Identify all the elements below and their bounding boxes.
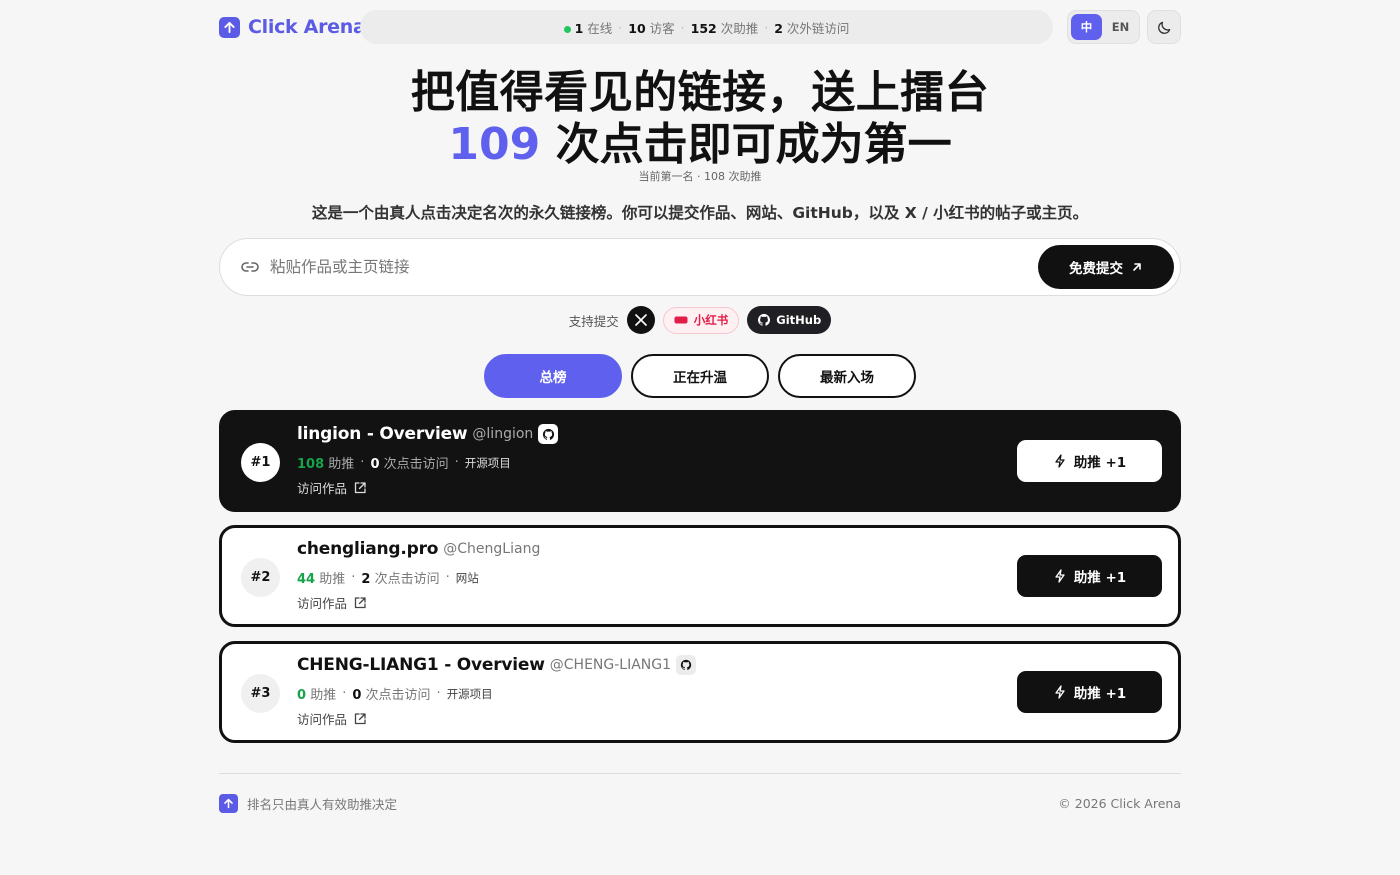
- github-icon: [758, 313, 771, 326]
- entry-handle: @CHENG-LIANG1: [549, 657, 672, 673]
- entry-stats: 108 助推 · 0 次点击访问 · 开源项目: [297, 453, 511, 472]
- hero: 把值得看见的链接，送上擂台 109 次点击即可成为第一 当前第一名 · 108 …: [219, 66, 1181, 184]
- hero-headline: 把值得看见的链接，送上擂台: [410, 67, 990, 118]
- github-icon: [676, 655, 697, 675]
- target-click-count: 109: [448, 119, 541, 170]
- online-dot-icon: [563, 25, 571, 33]
- stat-separator: ·: [342, 686, 347, 701]
- entry-name[interactable]: lingion - Overview: [297, 424, 468, 444]
- brand-logo[interactable]: Click Arena: [219, 16, 366, 38]
- entry-stats: 0 助推 · 0 次点击访问 · 开源项目: [297, 684, 493, 703]
- footer-text: 排名只由真人有效助推决定: [247, 797, 398, 812]
- stat-separator: ·: [618, 19, 623, 35]
- hero-description: 这是一个由真人点击决定名次的永久链接榜。你可以提交作品、网站、GitHub，以及…: [311, 204, 1089, 222]
- top-header: Click Arena 1 在线 · 10 访客 · 152 次助推 · 2 次…: [219, 10, 1181, 44]
- live-stats-bar: 1 在线 · 10 访客 · 152 次助推 · 2 次外链访问: [360, 10, 1053, 44]
- submit-button[interactable]: 免费提交: [1038, 245, 1174, 289]
- stat-separator: ·: [454, 455, 459, 470]
- ranking-card: #3 CHENG-LIANG1 - Overview @CHENG-LIANG1…: [219, 641, 1181, 743]
- copyright: © 2026 Click Arena: [1058, 796, 1181, 811]
- tab-overall[interactable]: 总榜: [484, 354, 622, 398]
- entry-title: lingion - Overview @lingion: [297, 424, 559, 444]
- stat-separator: ·: [436, 686, 441, 701]
- footer-note: 排名只由真人有效助推决定: [219, 794, 397, 813]
- entry-title: chengliang.pro @ChengLiang: [297, 539, 540, 559]
- stat-separator: ·: [445, 570, 450, 585]
- rank-badge: #2: [241, 558, 280, 597]
- lang-en-button[interactable]: EN: [1105, 14, 1136, 40]
- entry-stats: 44 助推 · 2 次点击访问 · 网站: [297, 568, 479, 587]
- language-switcher: 中 EN: [1067, 10, 1140, 44]
- tab-newest[interactable]: 最新入场: [778, 354, 916, 398]
- visitors-stat: 10 访客: [628, 20, 675, 36]
- entry-type: 开源项目: [464, 455, 511, 470]
- ranking-tabs: 总榜 正在升温 最新入场: [219, 354, 1181, 398]
- stat-separator: ·: [360, 455, 365, 470]
- visit-count: 2 次点击访问: [361, 572, 440, 587]
- support-label: 支持提交: [568, 313, 619, 329]
- x-platform-badge: [626, 306, 655, 334]
- external-link-icon: [354, 481, 366, 493]
- entry-name[interactable]: CHENG-LIANG1 - Overview: [297, 655, 545, 675]
- online-stat: 1 在线: [563, 18, 612, 37]
- visit-work-link[interactable]: 访问作品: [297, 478, 367, 497]
- lightning-icon: [1055, 569, 1065, 583]
- entry-name[interactable]: chengliang.pro: [297, 539, 438, 559]
- external-link-icon: [354, 596, 366, 608]
- entry-handle: @ChengLiang: [443, 541, 541, 557]
- visit-work-link[interactable]: 访问作品: [297, 709, 367, 728]
- rank-badge: #1: [241, 443, 280, 482]
- arrow-up-icon: [219, 794, 238, 813]
- entry-title: CHENG-LIANG1 - Overview @CHENG-LIANG1: [297, 655, 697, 675]
- lightning-icon: [1055, 454, 1065, 468]
- rank-badge: #3: [241, 674, 280, 713]
- boost-count: 44 助推: [297, 572, 346, 587]
- ranking-card: #1 lingion - Overview @lingion 108 助推 · …: [219, 410, 1181, 512]
- boosts-stat: 152 次助推: [690, 20, 759, 36]
- brand-name: Click Arena: [248, 16, 366, 38]
- theme-toggle-button[interactable]: [1147, 10, 1181, 44]
- moon-icon: [1157, 21, 1170, 34]
- entry-type: 网站: [455, 570, 479, 585]
- boost-button[interactable]: 助推 +1: [1017, 555, 1162, 597]
- stat-separator: ·: [680, 19, 685, 35]
- lang-zh-button[interactable]: 中: [1071, 14, 1102, 40]
- stat-separator: ·: [764, 19, 769, 35]
- hero-target: 109 次点击即可成为第一: [448, 119, 952, 170]
- entry-handle: @lingion: [472, 426, 534, 442]
- lightning-icon: [1055, 685, 1065, 699]
- supported-platforms: 支持提交 小红书 GitHub: [219, 306, 1181, 334]
- arrow-up-icon: [219, 16, 240, 38]
- github-platform-badge: GitHub: [747, 306, 832, 334]
- tab-trending[interactable]: 正在升温: [631, 354, 769, 398]
- x-logo-icon: [634, 314, 647, 326]
- ranking-card: #2 chengliang.pro @ChengLiang 44 助推 · 2 …: [219, 525, 1181, 627]
- visit-count: 0 次点击访问: [352, 688, 431, 703]
- arrow-up-right-icon: [1133, 263, 1141, 271]
- boost-button[interactable]: 助推 +1: [1017, 440, 1162, 482]
- stat-separator: ·: [351, 570, 356, 585]
- xiaohongshu-logo-icon: [674, 316, 688, 324]
- entry-type: 开源项目: [446, 686, 493, 701]
- visit-count: 0 次点击访问: [370, 457, 449, 472]
- external-link-icon: [354, 712, 366, 724]
- submit-form: 免费提交: [219, 238, 1181, 296]
- footer-divider: [219, 773, 1181, 774]
- current-leader-note: 当前第一名 · 108 次助推: [638, 170, 762, 183]
- boost-button[interactable]: 助推 +1: [1017, 671, 1162, 713]
- outbound-stat: 2 次外链访问: [774, 20, 850, 36]
- github-icon: [538, 424, 559, 444]
- link-icon: [241, 262, 259, 272]
- xiaohongshu-platform-badge: 小红书: [662, 306, 740, 334]
- boost-count: 108 助推: [297, 457, 355, 472]
- visit-work-link[interactable]: 访问作品: [297, 593, 367, 612]
- boost-count: 0 助推: [297, 688, 337, 703]
